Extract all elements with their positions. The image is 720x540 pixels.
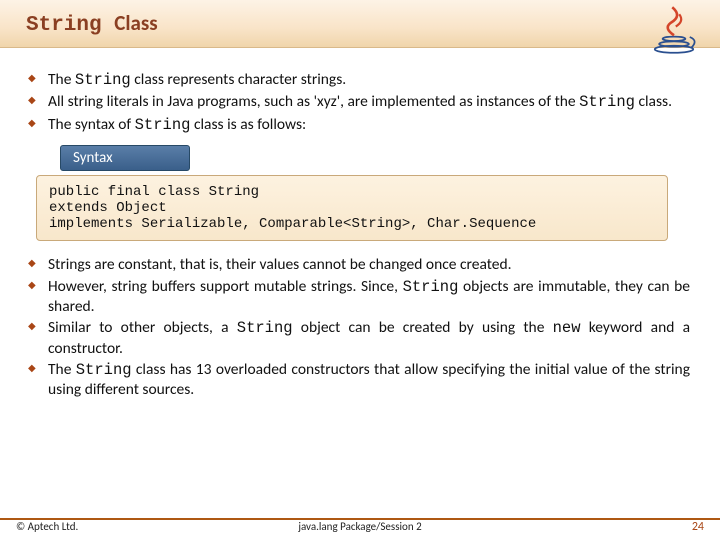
header-band: String Class (0, 0, 720, 48)
list-item: Strings are constant, that is, their val… (14, 255, 690, 274)
list-item: The String class represents character st… (14, 70, 690, 90)
content-bottom: Strings are constant, that is, their val… (0, 241, 720, 400)
list-item: All string literals in Java programs, su… (14, 92, 690, 112)
list-item: However, string buffers support mutable … (14, 277, 690, 317)
bullet-list-top: The String class represents character st… (14, 70, 690, 135)
list-item: The String class has 13 overloaded const… (14, 360, 690, 400)
title-part2: Class (114, 10, 157, 36)
code-block: public final class String extends Object… (36, 175, 668, 241)
page-number: 24 (692, 520, 704, 534)
syntax-label: Syntax (60, 145, 190, 171)
bullet-list-bottom: Strings are constant, that is, their val… (14, 255, 690, 400)
footer-center: java.lang Package/Session 2 (298, 520, 421, 533)
java-logo-icon (646, 2, 702, 58)
title-part1: String (26, 14, 102, 37)
footer: © Aptech Ltd. java.lang Package/Session … (0, 518, 720, 534)
slide-title: String Class (26, 10, 158, 37)
content-top: The String class represents character st… (0, 48, 720, 241)
list-item: Similar to other objects, a String objec… (14, 318, 690, 358)
copyright: © Aptech Ltd. (16, 520, 78, 534)
list-item: The syntax of String class is as follows… (14, 115, 690, 135)
